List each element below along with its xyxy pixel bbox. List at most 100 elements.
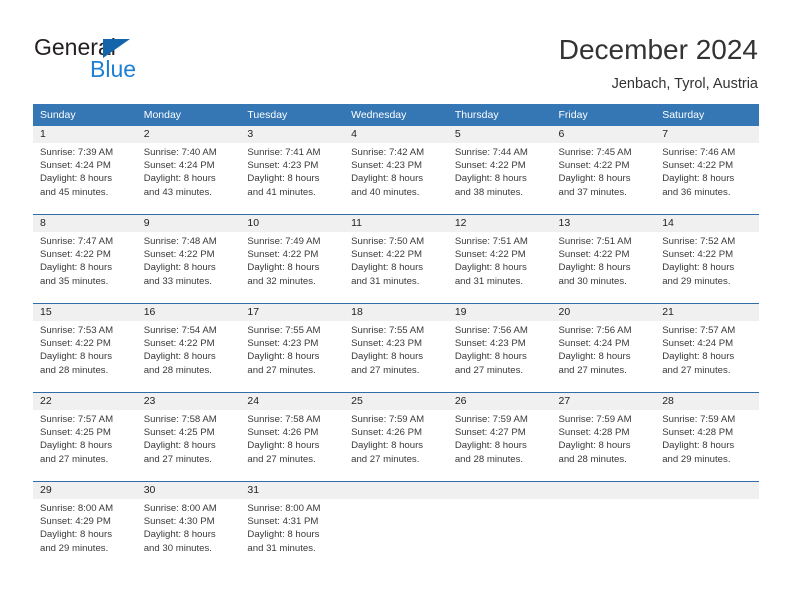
weekday-header-wednesday: Wednesday xyxy=(344,104,448,126)
daylight-duration-line2: and 31 minutes. xyxy=(247,542,316,554)
calendar-day-cell[interactable]: 2 Sunrise: 7:40 AM Sunset: 4:24 PM Daylight… xyxy=(136,126,241,215)
calendar-day-cell[interactable]: 3 Sunrise: 7:41 AM Sunset: 4:23 PM Daylight… xyxy=(240,126,345,215)
calendar-day-cell[interactable]: 24 Sunrise: 7:58 AM Sunset: 4:26 PM Dayligh… xyxy=(240,392,345,482)
sunrise-time: Sunrise: 7:55 AM xyxy=(351,325,425,336)
calendar-day-cell[interactable]: 11 Sunrise: 7:50 AM Sunset: 4:22 PM Dayligh… xyxy=(344,214,448,304)
sunset-time: Sunset: 4:26 PM xyxy=(351,427,423,439)
weekday-header-thursday: Thursday xyxy=(447,104,552,126)
sunset-time: Sunset: 4:22 PM xyxy=(351,249,423,261)
day-details: Sunrise: 7:41 AM Sunset: 4:23 PM Daylight:… xyxy=(240,143,344,199)
sunrise-time: Sunrise: 7:39 AM xyxy=(40,147,114,158)
day-details: Sunrise: 7:49 AM Sunset: 4:22 PM Daylight:… xyxy=(240,232,344,288)
day-details: Sunrise: 7:52 AM Sunset: 4:22 PM Daylight:… xyxy=(655,232,759,288)
calendar-day-cell[interactable]: 13 Sunrise: 7:51 AM Sunset: 4:22 PM Dayligh… xyxy=(551,214,656,304)
day-cell-inner: 2 Sunrise: 7:40 AM Sunset: 4:24 PM Daylight… xyxy=(136,126,241,214)
calendar-day-cell[interactable]: 1 Sunrise: 7:39 AM Sunset: 4:24 PM Daylight… xyxy=(33,126,137,215)
sunset-time: Sunset: 4:23 PM xyxy=(351,338,423,350)
weekday-header-friday: Friday xyxy=(551,104,656,126)
calendar-day-cell[interactable]: 19 Sunrise: 7:56 AM Sunset: 4:23 PM Dayligh… xyxy=(447,303,552,393)
sunset-time: Sunset: 4:27 PM xyxy=(454,427,526,439)
sunrise-time: Sunrise: 7:59 AM xyxy=(351,414,425,425)
daylight-duration-line1: Daylight: 8 hours xyxy=(351,262,424,274)
daylight-duration-line2: and 27 minutes. xyxy=(247,453,316,465)
sunset-time: Sunset: 4:22 PM xyxy=(143,249,215,261)
calendar-day-cell[interactable]: 26 Sunrise: 7:59 AM Sunset: 4:27 PM Dayligh… xyxy=(447,392,552,482)
day-details: Sunrise: 8:00 AM Sunset: 4:31 PM Daylight:… xyxy=(240,499,344,555)
calendar-day-cell[interactable]: 16 Sunrise: 7:54 AM Sunset: 4:22 PM Dayligh… xyxy=(136,303,241,393)
sunset-time: Sunset: 4:22 PM xyxy=(662,249,734,261)
calendar-day-cell[interactable]: 7 Sunrise: 7:46 AM Sunset: 4:22 PM Daylight… xyxy=(655,126,759,215)
day-number: 22 xyxy=(33,393,137,410)
day-cell-inner: 4 Sunrise: 7:42 AM Sunset: 4:23 PM Daylight… xyxy=(344,126,448,214)
calendar-day-cell[interactable]: 17 Sunrise: 7:55 AM Sunset: 4:23 PM Dayligh… xyxy=(240,303,345,393)
calendar-day-cell[interactable]: 5 Sunrise: 7:44 AM Sunset: 4:22 PM Daylight… xyxy=(447,126,552,215)
sunset-time: Sunset: 4:25 PM xyxy=(143,427,215,439)
calendar-day-cell[interactable]: 9 Sunrise: 7:48 AM Sunset: 4:22 PM Daylight… xyxy=(136,214,241,304)
calendar-day-cell[interactable]: 8 Sunrise: 7:47 AM Sunset: 4:22 PM Daylight… xyxy=(33,214,137,304)
day-number: 18 xyxy=(344,304,448,321)
day-cell-inner: 30 Sunrise: 8:00 AM Sunset: 4:30 PM Dayligh… xyxy=(136,482,241,570)
calendar-day-cell[interactable]: 15 Sunrise: 7:53 AM Sunset: 4:22 PM Dayligh… xyxy=(33,303,137,393)
day-details: Sunrise: 7:57 AM Sunset: 4:24 PM Daylight:… xyxy=(655,321,759,377)
day-cell-inner: 13 Sunrise: 7:51 AM Sunset: 4:22 PM Dayligh… xyxy=(551,215,656,303)
day-cell-inner: 14 Sunrise: 7:52 AM Sunset: 4:22 PM Dayligh… xyxy=(655,215,759,303)
calendar-day-cell[interactable]: 14 Sunrise: 7:52 AM Sunset: 4:22 PM Dayligh… xyxy=(655,214,759,304)
sunset-time: Sunset: 4:31 PM xyxy=(247,516,319,528)
day-number: 12 xyxy=(447,215,552,232)
calendar-day-cell[interactable]: 18 Sunrise: 7:55 AM Sunset: 4:23 PM Dayligh… xyxy=(344,303,448,393)
day-cell-inner: 15 Sunrise: 7:53 AM Sunset: 4:22 PM Dayligh… xyxy=(33,304,137,392)
sunset-time: Sunset: 4:22 PM xyxy=(247,249,319,261)
day-details: Sunrise: 7:54 AM Sunset: 4:22 PM Daylight:… xyxy=(137,321,241,377)
sunset-time: Sunset: 4:22 PM xyxy=(454,160,526,172)
calendar-day-cell[interactable]: 4 Sunrise: 7:42 AM Sunset: 4:23 PM Daylight… xyxy=(344,126,448,215)
calendar-day-cell[interactable]: 10 Sunrise: 7:49 AM Sunset: 4:22 PM Dayligh… xyxy=(240,214,345,304)
day-details: Sunrise: 7:51 AM Sunset: 4:22 PM Daylight:… xyxy=(552,232,656,288)
sunrise-time: Sunrise: 7:58 AM xyxy=(247,414,321,425)
daylight-duration-line2: and 45 minutes. xyxy=(40,186,109,198)
day-details: Sunrise: 7:51 AM Sunset: 4:22 PM Daylight:… xyxy=(448,232,552,288)
calendar-day-cell[interactable]: 30 Sunrise: 8:00 AM Sunset: 4:30 PM Dayligh… xyxy=(136,481,241,570)
sunrise-time: Sunrise: 7:52 AM xyxy=(662,236,736,247)
calendar-day-cell[interactable]: 27 Sunrise: 7:59 AM Sunset: 4:28 PM Dayligh… xyxy=(551,392,656,482)
weekday-header-sunday: Sunday xyxy=(33,104,137,126)
calendar-day-cell[interactable]: 31 Sunrise: 8:00 AM Sunset: 4:31 PM Dayligh… xyxy=(240,481,345,570)
day-number: 29 xyxy=(33,482,137,499)
day-cell-inner: 21 Sunrise: 7:57 AM Sunset: 4:24 PM Dayligh… xyxy=(655,304,759,392)
sunrise-time: Sunrise: 7:45 AM xyxy=(558,147,632,158)
weekday-header-tuesday: Tuesday xyxy=(240,104,345,126)
logo-text-blue: Blue xyxy=(90,56,137,82)
sunset-time: Sunset: 4:25 PM xyxy=(40,427,111,439)
sunset-time: Sunset: 4:24 PM xyxy=(662,338,734,350)
day-cell-inner: 18 Sunrise: 7:55 AM Sunset: 4:23 PM Dayligh… xyxy=(344,304,448,392)
calendar-day-cell[interactable]: 23 Sunrise: 7:58 AM Sunset: 4:25 PM Dayligh… xyxy=(136,392,241,482)
page-header: General Blue December 2024 Jenbach, Tyro… xyxy=(0,0,792,96)
page-title: December 2024 xyxy=(558,34,758,65)
daylight-duration-line2: and 28 minutes. xyxy=(40,364,109,376)
daylight-duration-line1: Daylight: 8 hours xyxy=(40,173,112,185)
generalblue-logo[interactable]: General Blue xyxy=(34,34,234,86)
calendar-day-cell[interactable]: 6 Sunrise: 7:45 AM Sunset: 4:22 PM Daylight… xyxy=(551,126,656,215)
calendar-day-cell[interactable]: 25 Sunrise: 7:59 AM Sunset: 4:26 PM Dayligh… xyxy=(344,392,448,482)
calendar-day-cell[interactable]: 29 Sunrise: 8:00 AM Sunset: 4:29 PM Dayligh… xyxy=(33,481,137,570)
day-number: 8 xyxy=(33,215,137,232)
day-number xyxy=(655,482,759,499)
day-number: 17 xyxy=(240,304,345,321)
day-details: Sunrise: 7:59 AM Sunset: 4:28 PM Daylight:… xyxy=(655,410,759,466)
calendar-day-cell[interactable]: 20 Sunrise: 7:56 AM Sunset: 4:24 PM Dayligh… xyxy=(551,303,656,393)
day-cell-inner: 8 Sunrise: 7:47 AM Sunset: 4:22 PM Daylight… xyxy=(33,215,137,303)
calendar-day-cell[interactable]: 21 Sunrise: 7:57 AM Sunset: 4:24 PM Dayligh… xyxy=(655,303,759,393)
calendar-day-cell[interactable]: 22 Sunrise: 7:57 AM Sunset: 4:25 PM Dayligh… xyxy=(33,392,137,482)
sunset-time: Sunset: 4:22 PM xyxy=(558,160,630,172)
weekday-header-monday: Monday xyxy=(136,104,241,126)
sunrise-sunset-calendar: Sunday Monday Tuesday Wednesday Thursday Frid… xyxy=(33,104,759,570)
day-details: Sunrise: 7:56 AM Sunset: 4:24 PM Daylight:… xyxy=(552,321,656,377)
calendar-day-cell[interactable]: 28 Sunrise: 7:59 AM Sunset: 4:28 PM Dayligh… xyxy=(655,392,759,482)
sunset-time: Sunset: 4:22 PM xyxy=(558,249,630,261)
sunset-time: Sunset: 4:22 PM xyxy=(143,338,215,350)
sunrise-time: Sunrise: 8:00 AM xyxy=(247,503,321,514)
daylight-duration-line2: and 27 minutes. xyxy=(351,453,420,465)
day-details: Sunrise: 7:50 AM Sunset: 4:22 PM Daylight:… xyxy=(344,232,448,288)
day-cell-inner: 6 Sunrise: 7:45 AM Sunset: 4:22 PM Daylight… xyxy=(551,126,656,214)
calendar-day-cell[interactable]: 12 Sunrise: 7:51 AM Sunset: 4:22 PM Dayligh… xyxy=(447,214,552,304)
day-details: Sunrise: 7:42 AM Sunset: 4:23 PM Daylight:… xyxy=(344,143,448,199)
